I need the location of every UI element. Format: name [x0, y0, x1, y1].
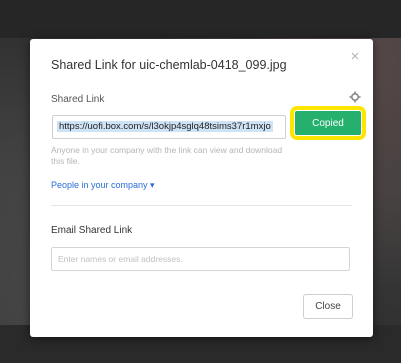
dialog-title: Shared Link for uic-chemlab-0418_099.jpg	[51, 58, 287, 72]
close-button[interactable]: Close	[303, 294, 353, 319]
email-input[interactable]	[51, 247, 350, 271]
access-hint: Anyone in your company with the link can…	[51, 145, 283, 166]
copy-link-button[interactable]: Copied	[290, 106, 366, 140]
close-icon[interactable]: ×	[347, 49, 363, 65]
shared-link-value: https://uofi.box.com/s/l3okjp4sglq48tsim…	[57, 121, 273, 132]
shared-link-dialog: × Shared Link for uic-chemlab-0418_099.j…	[30, 39, 373, 337]
shared-link-label: Shared Link	[51, 94, 105, 105]
gear-icon[interactable]	[349, 90, 361, 103]
email-section-label: Email Shared Link	[51, 225, 133, 236]
section-divider	[51, 205, 352, 206]
permission-dropdown[interactable]: People in your company ▾	[51, 180, 155, 191]
backdrop-top	[0, 0, 401, 38]
shared-link-field[interactable]: https://uofi.box.com/s/l3okjp4sglq48tsim…	[52, 115, 286, 139]
